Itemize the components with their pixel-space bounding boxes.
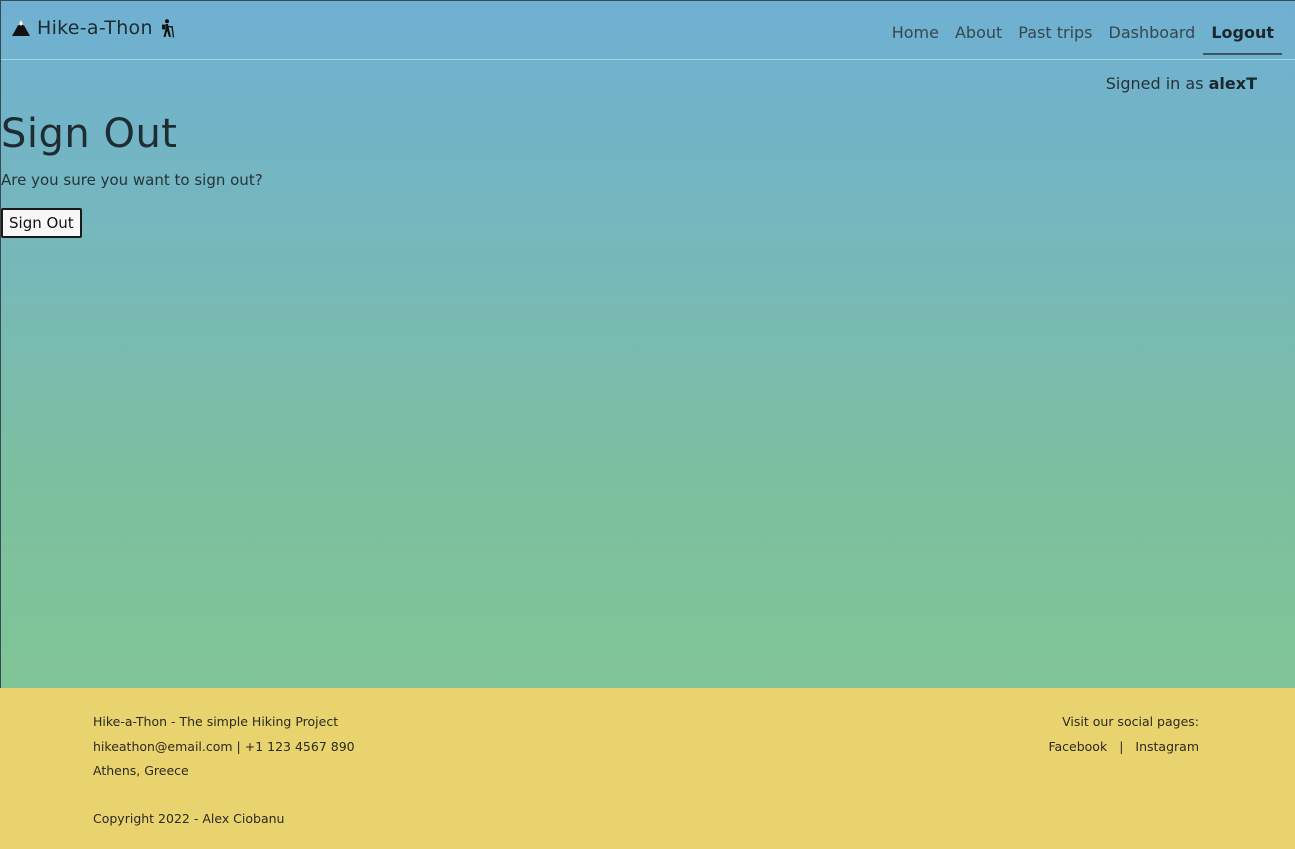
signed-in-username: alexT xyxy=(1208,74,1257,93)
signout-question: Are you sure you want to sign out? xyxy=(1,171,263,189)
instagram-link[interactable]: Instagram xyxy=(1135,739,1199,754)
footer-tagline: Hike-a-Thon - The simple Hiking Project xyxy=(93,714,339,729)
footer-location: Athens, Greece xyxy=(93,763,189,778)
nav-links: Home About Past trips Dashboard Logout xyxy=(884,1,1282,59)
nav-link-past-trips[interactable]: Past trips xyxy=(1010,5,1100,55)
footer-copyright: Copyright 2022 - Alex Ciobanu xyxy=(93,811,285,826)
nav-link-logout[interactable]: Logout xyxy=(1203,5,1282,55)
footer-social: Visit our social pages: Facebook | Instagr… xyxy=(1048,710,1199,759)
brand-name: Hike-a-Thon xyxy=(37,17,153,39)
sign-out-button[interactable]: Sign Out xyxy=(1,208,82,238)
nav-link-dashboard[interactable]: Dashboard xyxy=(1101,5,1204,55)
page-title: Sign Out xyxy=(1,111,178,157)
navbar: Hike-a-Thon Home About Past trips Dashbo… xyxy=(1,1,1295,60)
social-heading: Visit our social pages: xyxy=(1062,714,1199,729)
social-separator: | xyxy=(1119,738,1124,754)
footer: Hike-a-Thon - The simple Hiking Project … xyxy=(0,688,1295,849)
social-links: Facebook | Instagram xyxy=(1048,735,1199,760)
mountain-icon xyxy=(11,19,31,37)
nav-link-about[interactable]: About xyxy=(947,5,1010,55)
signed-in-prefix: Signed in as xyxy=(1105,74,1204,93)
facebook-link[interactable]: Facebook xyxy=(1048,739,1107,754)
nav-link-home[interactable]: Home xyxy=(884,5,947,55)
footer-contact: hikeathon@email.com | +1 123 4567 890 xyxy=(93,738,355,754)
brand-link[interactable]: Hike-a-Thon xyxy=(11,17,175,39)
main-area: Hike-a-Thon Home About Past trips Dashbo… xyxy=(0,0,1295,688)
hiker-icon xyxy=(159,18,175,38)
footer-info: Hike-a-Thon - The simple Hiking Project … xyxy=(93,710,355,784)
signed-in-status: Signed in as alexT xyxy=(1106,74,1257,93)
